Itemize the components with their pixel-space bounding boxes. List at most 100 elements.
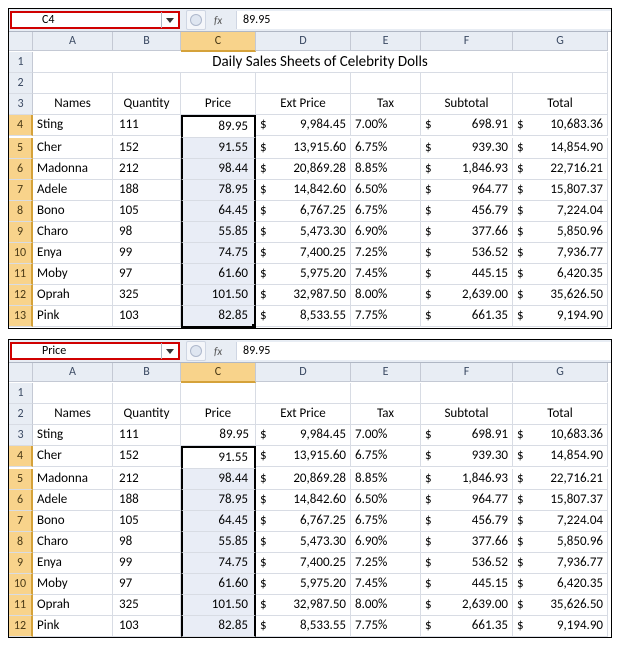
- cell-tax[interactable]: 8.00%: [351, 595, 421, 616]
- cell-tax[interactable]: 6.90%: [351, 532, 421, 553]
- header-names[interactable]: Names: [33, 404, 113, 425]
- cell-extprice[interactable]: $5,975.20: [256, 574, 351, 595]
- cell-subtotal[interactable]: $1,846.93: [421, 469, 513, 490]
- name-box-value[interactable]: Price: [12, 344, 161, 358]
- cell-extprice[interactable]: $8,533.55: [256, 306, 351, 327]
- cell-subtotal[interactable]: $661.35: [421, 616, 513, 637]
- cell-tax[interactable]: 7.00%: [351, 425, 421, 446]
- cell-total[interactable]: $10,683.36: [513, 425, 608, 446]
- name-box-dropdown[interactable]: [161, 343, 178, 359]
- cell-tax[interactable]: 6.90%: [351, 222, 421, 243]
- cell-tax[interactable]: 6.75%: [351, 201, 421, 222]
- cell-tax[interactable]: 8.00%: [351, 285, 421, 306]
- cell-price[interactable]: 98.44: [181, 159, 256, 180]
- name-box-value[interactable]: C4: [12, 13, 161, 27]
- formula-input[interactable]: 89.95: [236, 342, 611, 360]
- row-header-1[interactable]: 1: [9, 383, 33, 404]
- cell-qty[interactable]: 111: [113, 115, 181, 136]
- cell-extprice[interactable]: $20,869.28: [256, 469, 351, 490]
- header-subtotal[interactable]: Subtotal: [421, 404, 513, 425]
- empty-cell[interactable]: [256, 73, 351, 94]
- empty-cell[interactable]: [513, 383, 608, 404]
- cell-tax[interactable]: 7.45%: [351, 264, 421, 285]
- cell-name[interactable]: Madonna: [33, 469, 113, 490]
- column-header-E[interactable]: E: [351, 363, 421, 382]
- cell-total[interactable]: $35,626.50: [513, 595, 608, 616]
- empty-cell[interactable]: [351, 383, 421, 404]
- column-header-D[interactable]: D: [256, 32, 351, 51]
- row-header-5[interactable]: 5: [9, 469, 33, 490]
- cell-total[interactable]: $7,936.77: [513, 243, 608, 264]
- column-header-G[interactable]: G: [513, 32, 608, 51]
- cell-price[interactable]: 55.85: [181, 532, 256, 553]
- cell-total[interactable]: $9,194.90: [513, 616, 608, 637]
- cell-price[interactable]: 61.60: [181, 264, 256, 285]
- cell-qty[interactable]: 152: [113, 446, 181, 467]
- row-header-10[interactable]: 10: [9, 243, 33, 264]
- empty-cell[interactable]: [421, 73, 513, 94]
- cell-price[interactable]: 101.50: [181, 595, 256, 616]
- column-header-A[interactable]: A: [33, 363, 113, 382]
- cell-total[interactable]: $22,716.21: [513, 159, 608, 180]
- cell-name[interactable]: Charo: [33, 532, 113, 553]
- row-header-2[interactable]: 2: [9, 73, 33, 94]
- cell-qty[interactable]: 98: [113, 532, 181, 553]
- cell-qty[interactable]: 212: [113, 159, 181, 180]
- expand-formula-button[interactable]: [186, 341, 206, 361]
- cell-subtotal[interactable]: $2,639.00: [421, 595, 513, 616]
- cell-name[interactable]: Cher: [33, 138, 113, 159]
- row-header-5[interactable]: 5: [9, 138, 33, 159]
- cell-tax[interactable]: 6.50%: [351, 490, 421, 511]
- cell-tax[interactable]: 7.75%: [351, 616, 421, 637]
- column-header-D[interactable]: D: [256, 363, 351, 382]
- cell-extprice[interactable]: $5,473.30: [256, 532, 351, 553]
- cell-name[interactable]: Pink: [33, 306, 113, 327]
- cell-total[interactable]: $9,194.90: [513, 306, 608, 327]
- cell-total[interactable]: $15,807.37: [513, 180, 608, 201]
- cell-total[interactable]: $15,807.37: [513, 490, 608, 511]
- header-extprice[interactable]: Ext Price: [256, 404, 351, 425]
- cell-price[interactable]: 89.95: [181, 425, 256, 446]
- cell-subtotal[interactable]: $939.30: [421, 138, 513, 159]
- cell-price[interactable]: 89.95: [181, 115, 256, 138]
- empty-cell[interactable]: [256, 383, 351, 404]
- cell-subtotal[interactable]: $445.15: [421, 264, 513, 285]
- row-header-13[interactable]: 13: [9, 306, 33, 327]
- cell-extprice[interactable]: $9,984.45: [256, 425, 351, 446]
- cell-extprice[interactable]: $9,984.45: [256, 115, 351, 136]
- cell-name[interactable]: Madonna: [33, 159, 113, 180]
- cell-name[interactable]: Charo: [33, 222, 113, 243]
- cell-extprice[interactable]: $13,915.60: [256, 446, 351, 467]
- fx-label[interactable]: fx: [214, 14, 234, 27]
- cell-subtotal[interactable]: $2,639.00: [421, 285, 513, 306]
- cell-total[interactable]: $6,420.35: [513, 574, 608, 595]
- name-box[interactable]: C4: [10, 11, 180, 29]
- column-header-G[interactable]: G: [513, 363, 608, 382]
- row-header-8[interactable]: 8: [9, 532, 33, 553]
- cell-tax[interactable]: 7.75%: [351, 306, 421, 327]
- cell-qty[interactable]: 103: [113, 306, 181, 327]
- cell-subtotal[interactable]: $661.35: [421, 306, 513, 327]
- column-header-C[interactable]: C: [181, 32, 256, 52]
- cell-name[interactable]: Enya: [33, 553, 113, 574]
- cell-total[interactable]: $6,420.35: [513, 264, 608, 285]
- cell-qty[interactable]: 105: [113, 201, 181, 222]
- cell-total[interactable]: $5,850.96: [513, 532, 608, 553]
- column-header-C[interactable]: C: [181, 363, 256, 383]
- cell-subtotal[interactable]: $1,846.93: [421, 159, 513, 180]
- cell-qty[interactable]: 152: [113, 138, 181, 159]
- cell-name[interactable]: Moby: [33, 264, 113, 285]
- cell-tax[interactable]: 7.00%: [351, 115, 421, 136]
- empty-cell[interactable]: [513, 73, 608, 94]
- cell-extprice[interactable]: $8,533.55: [256, 616, 351, 637]
- cell-name[interactable]: Enya: [33, 243, 113, 264]
- cell-total[interactable]: $35,626.50: [513, 285, 608, 306]
- cell-price[interactable]: 74.75: [181, 553, 256, 574]
- title-cell[interactable]: Daily Sales Sheets of Celebrity Dolls: [33, 52, 608, 73]
- cell-tax[interactable]: 7.25%: [351, 243, 421, 264]
- header-quantity[interactable]: Quantity: [113, 94, 181, 115]
- empty-cell[interactable]: [181, 73, 256, 94]
- cell-total[interactable]: $14,854.90: [513, 446, 608, 467]
- cell-name[interactable]: Cher: [33, 446, 113, 467]
- cell-qty[interactable]: 99: [113, 243, 181, 264]
